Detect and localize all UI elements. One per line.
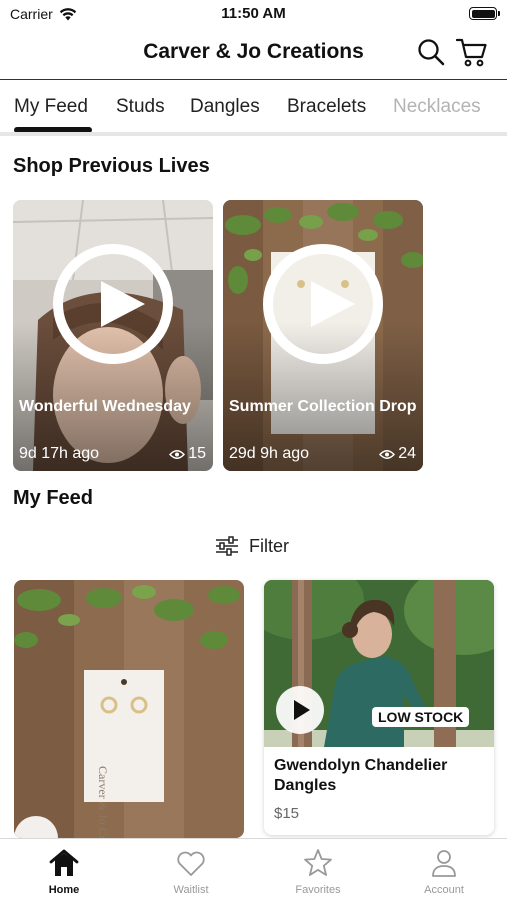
app-header: Carver & Jo Creations [0, 28, 507, 80]
tab-necklaces[interactable]: Necklaces [393, 96, 481, 118]
heart-icon [177, 851, 205, 876]
home-icon [49, 849, 79, 876]
star-icon [304, 849, 332, 876]
status-time: 11:50 AM [221, 5, 286, 22]
view-count-value: 24 [398, 445, 416, 462]
eye-icon [169, 449, 186, 459]
nav-favorites[interactable]: Favorites [268, 847, 368, 896]
live-age: 29d 9h ago [229, 445, 310, 462]
status-bar: Carrier 11:50 AM [0, 0, 507, 28]
nav-account[interactable]: Account [394, 847, 494, 896]
play-icon[interactable] [276, 686, 324, 734]
product-card[interactable]: Carver & Jo Creations [14, 580, 244, 838]
eye-icon [379, 449, 396, 459]
nav-home-label: Home [48, 884, 80, 896]
battery-icon [469, 7, 500, 20]
search-icon[interactable] [417, 38, 445, 66]
nav-waitlist[interactable]: Waitlist [141, 847, 241, 896]
sliders-icon [216, 536, 238, 556]
card-imprint-text: Carver & Jo Creations [96, 766, 110, 838]
view-count: 15 [169, 445, 206, 463]
tab-studs[interactable]: Studs [116, 96, 165, 118]
live-age: 9d 17h ago [19, 445, 100, 462]
person-icon [432, 850, 456, 877]
product-price: $15 [274, 805, 300, 822]
play-icon[interactable] [53, 244, 173, 364]
live-card-summer-collection[interactable]: Summer Collection Drop 29d 9h ago 24 [223, 200, 423, 471]
tab-my-feed[interactable]: My Feed [14, 96, 88, 118]
live-card-wonderful-wednesday[interactable]: Wonderful Wednesday 9d 17h ago 15 [13, 200, 213, 471]
tab-bracelets[interactable]: Bracelets [287, 96, 366, 118]
filter-label: Filter [249, 535, 289, 556]
previous-lives-heading: Shop Previous Lives [13, 155, 210, 177]
bottom-navigation: Home Waitlist Favorites Account [0, 838, 507, 900]
product-card[interactable]: LOW STOCK Gwendolyn Chandelier Dangles $… [264, 580, 494, 835]
low-stock-badge: LOW STOCK [372, 707, 470, 727]
nav-waitlist-label: Waitlist [173, 884, 209, 896]
my-feed-heading: My Feed [13, 487, 94, 509]
live-title: Wonderful Wednesday [19, 398, 191, 415]
nav-account-label: Account [424, 884, 464, 896]
view-count-value: 15 [188, 445, 206, 462]
play-icon[interactable] [263, 244, 383, 364]
product-name: Gwendolyn Chandelier Dangles [274, 757, 448, 794]
category-tabs: My Feed Studs Dangles Bracelets Necklace… [0, 80, 507, 136]
tab-dangles[interactable]: Dangles [190, 96, 260, 118]
filter-button[interactable]: Filter [215, 534, 289, 558]
nav-favorites-label: Favorites [295, 884, 341, 896]
cart-icon[interactable] [456, 37, 488, 67]
nav-home[interactable]: Home [14, 847, 114, 896]
view-count: 24 [379, 445, 416, 463]
live-title: Summer Collection Drop [229, 398, 417, 415]
product-image [14, 580, 244, 838]
active-tab-indicator [14, 127, 92, 132]
